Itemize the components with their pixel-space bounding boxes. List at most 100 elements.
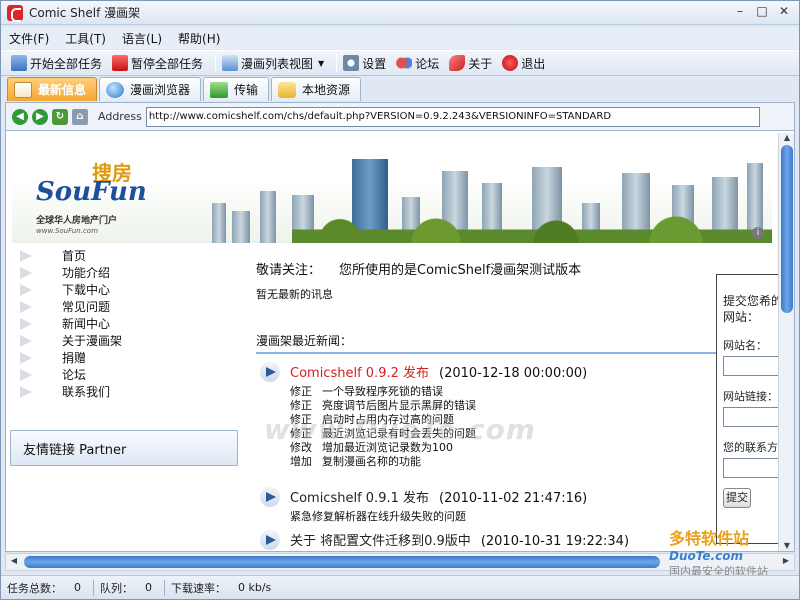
list-view-label: 漫画列表视图: [241, 56, 314, 71]
nav-forum[interactable]: 论坛: [20, 366, 170, 383]
news-title-text: Comicshelf 0.9.2 发布: [290, 366, 429, 381]
nav-donate[interactable]: 捐赠: [20, 349, 170, 366]
triangle-bullet-icon: [20, 385, 32, 398]
site-banner: 搜房 SouFun 全球华人房地产门户 www.SouFun.com i: [12, 135, 772, 243]
app-window: Comic Shelf 漫画架 – □ ✕ 文件(F) 工具(T) 语言(L) …: [0, 0, 800, 600]
forward-arrow-icon[interactable]: ▶: [32, 108, 48, 125]
scroll-left-icon[interactable]: ◀: [8, 556, 20, 568]
triangle-bullet-icon: [20, 266, 32, 279]
soufun-logo[interactable]: 搜房 SouFun 全球华人房地产门户 www.SouFun.com: [36, 157, 156, 235]
news-line: 修正 亮度调节后图片显示黑屏的错误: [290, 399, 587, 413]
contact-input[interactable]: [723, 458, 783, 478]
url-input[interactable]: [145, 106, 760, 127]
nav-contact[interactable]: 联系我们: [20, 383, 170, 400]
nav-label: 常见问题: [62, 300, 111, 314]
queue: 队列： 0: [100, 580, 152, 596]
tab-comic-browser[interactable]: 漫画浏览器: [99, 77, 202, 101]
site-link-input[interactable]: [723, 407, 783, 427]
news-title-text: 关于 将配置文件迁移到0.9版中: [290, 534, 471, 549]
nav-home[interactable]: 首页: [20, 247, 170, 264]
recent-news-heading: 漫画架最近新闻：: [256, 332, 786, 354]
forum-button[interactable]: 论坛: [394, 52, 441, 74]
building: [260, 191, 276, 243]
list-view-icon: [222, 55, 239, 71]
pause-all-label: 暂停全部任务: [131, 56, 204, 71]
nav-label: 关于漫画架: [62, 334, 123, 348]
news-line: 修正 一个导致程序死锁的错误: [290, 385, 587, 399]
arrow-bullet-icon: [260, 530, 280, 550]
refresh-icon[interactable]: ↻: [52, 108, 68, 125]
exit-button[interactable]: 退出: [500, 52, 547, 74]
web-content: 搜房 SouFun 全球华人房地产门户 www.SouFun.com i 首页 …: [5, 130, 795, 552]
list-view-button[interactable]: 漫画列表视图 ▼: [220, 52, 326, 74]
news-line: 紧急修复解析器在线升级失败的问题: [290, 510, 587, 524]
tab-bar: 最新信息 漫画浏览器 传输 本地资源: [1, 77, 799, 102]
dropdown-arrow-icon[interactable]: ▼: [318, 59, 324, 68]
logo-subtitle: 全球华人房地产门户: [36, 216, 118, 226]
news-icon: [14, 81, 32, 98]
news-title[interactable]: 关于 将配置文件迁移到0.9版中 (2010-10-31 19:22:34): [290, 530, 629, 550]
nav-label: 新闻中心: [62, 317, 111, 331]
exit-icon: [502, 55, 519, 71]
partner-links-box[interactable]: 友情链接 Partner: [10, 430, 238, 466]
info-icon[interactable]: i: [752, 227, 764, 239]
contact-label: 您的联系方: [723, 441, 778, 454]
menu-language[interactable]: 语言(L): [122, 30, 162, 47]
triangle-bullet-icon: [20, 283, 32, 296]
home-icon[interactable]: ⌂: [72, 108, 88, 125]
menu-help[interactable]: 帮助(H): [178, 30, 220, 47]
nav-label: 功能介绍: [62, 266, 111, 280]
tab-latest-info-label: 最新信息: [38, 83, 87, 97]
settings-button[interactable]: 设置: [341, 52, 388, 74]
tab-transfer[interactable]: 传输: [203, 77, 270, 101]
nav-news[interactable]: 新闻中心: [20, 315, 170, 332]
horizontal-scroll-thumb[interactable]: [24, 556, 660, 568]
total-tasks: 任务总数： 0: [7, 580, 81, 596]
news-title[interactable]: Comicshelf 0.9.2 发布 (2010-12-18 00:00:00): [290, 362, 587, 381]
vertical-scrollbar[interactable]: ▲ ▼: [778, 133, 794, 551]
watermark-domain: DuoTe.com: [669, 549, 743, 563]
total-tasks-label: 任务总数：: [7, 581, 62, 595]
download-speed-value: 0 kb/s: [238, 581, 272, 594]
tab-latest-info[interactable]: 最新信息: [7, 77, 98, 101]
maximize-button[interactable]: □: [753, 4, 771, 20]
download-speed: 下载速率： 0 kb/s: [171, 580, 271, 596]
menu-tools[interactable]: 工具(T): [65, 30, 106, 47]
nav-download[interactable]: 下载中心: [20, 281, 170, 298]
nav-features[interactable]: 功能介绍: [20, 264, 170, 281]
side-navigation: 首页 功能介绍 下载中心 常见问题 新闻中心 关于漫画架 捐赠 论坛 联系我们: [20, 247, 170, 400]
exit-label: 退出: [521, 56, 546, 71]
vertical-scroll-thumb[interactable]: [781, 145, 793, 313]
about-button[interactable]: 关于: [447, 52, 494, 74]
menu-file[interactable]: 文件(F): [9, 30, 49, 47]
submit-button[interactable]: 提交: [723, 488, 751, 508]
back-arrow-icon[interactable]: ◀: [12, 108, 28, 125]
status-bar: 任务总数： 0 队列： 0 下载速率： 0 kb/s: [1, 575, 799, 599]
tab-local-resources[interactable]: 本地资源: [271, 77, 362, 101]
news-date: (2010-12-18 00:00:00): [439, 366, 588, 381]
scroll-up-icon[interactable]: ▲: [781, 133, 793, 143]
news-line-text: 一个导致程序死锁的错误: [322, 385, 443, 398]
watermark-brand: 多特软件站: [669, 529, 750, 548]
minimize-button[interactable]: –: [731, 4, 749, 20]
triangle-bullet-icon: [20, 351, 32, 364]
news-item: 关于 将配置文件迁移到0.9版中 (2010-10-31 19:22:34): [256, 530, 716, 550]
toolbar-separator: [336, 54, 338, 72]
no-news-text: 暂无最新的讯息: [256, 288, 333, 301]
close-button[interactable]: ✕: [775, 4, 793, 20]
address-bar: ◀ ▶ ↻ ⌂ Address: [5, 102, 795, 130]
news-item: Comicshelf 0.9.1 发布 (2010-11-02 21:47:16)…: [256, 487, 716, 524]
city-skyline-image: i: [202, 143, 772, 243]
nav-about[interactable]: 关于漫画架: [20, 332, 170, 349]
pause-all-button[interactable]: 暂停全部任务: [110, 52, 205, 74]
site-name-input[interactable]: [723, 356, 783, 376]
start-all-button[interactable]: 开始全部任务: [9, 52, 104, 74]
building: [232, 211, 250, 243]
triangle-bullet-icon: [20, 317, 32, 330]
nav-faq[interactable]: 常见问题: [20, 298, 170, 315]
logo-english: SouFun: [36, 177, 147, 207]
app-logo-icon: [7, 4, 23, 22]
news-title[interactable]: Comicshelf 0.9.1 发布 (2010-11-02 21:47:16): [290, 487, 587, 506]
news-line: 增加 复制漫画名称的功能: [290, 455, 587, 469]
arrow-bullet-icon: [260, 362, 280, 382]
